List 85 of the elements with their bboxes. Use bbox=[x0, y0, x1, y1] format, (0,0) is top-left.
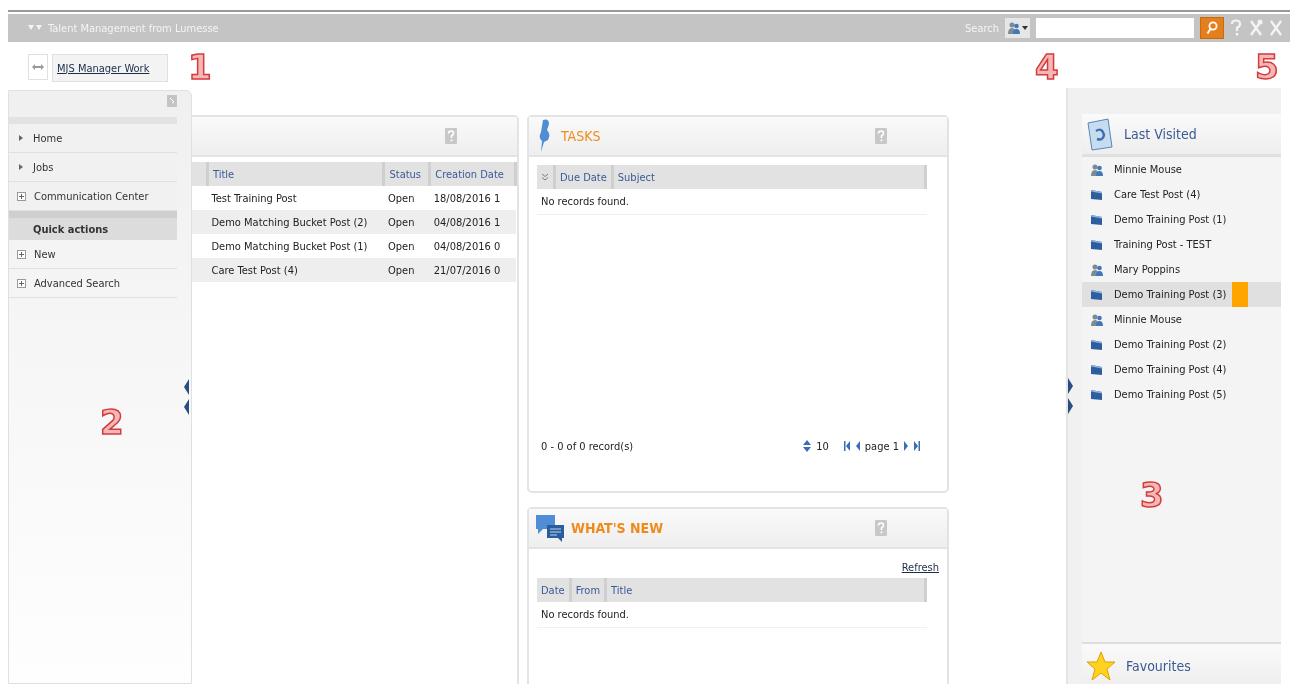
recent-item[interactable]: Demo Training Post (1) bbox=[1082, 207, 1281, 232]
search-field[interactable] bbox=[1036, 18, 1194, 38]
table-cell: 04/08/2016 1 bbox=[429, 210, 516, 234]
folder-icon bbox=[1090, 338, 1104, 351]
table-cell: Test Training Post bbox=[207, 186, 384, 210]
table-cell: 04/08/2016 0 bbox=[429, 234, 516, 258]
callout-number: 5 bbox=[1255, 50, 1279, 84]
collapse-arrow-icon[interactable] bbox=[184, 379, 189, 395]
callout-number: 4 bbox=[1035, 50, 1059, 84]
table-cell: Open bbox=[383, 234, 430, 258]
recent-item[interactable]: Demo Training Post (3) bbox=[1082, 282, 1281, 307]
expand-icon[interactable] bbox=[17, 191, 26, 201]
table-cell: Demo Matching Bucket Post (2) bbox=[207, 210, 384, 234]
table-cell: Open bbox=[383, 186, 430, 210]
folder-icon bbox=[1090, 188, 1104, 201]
empty-message: No records found. bbox=[537, 189, 927, 215]
page-size[interactable]: 10 bbox=[816, 439, 829, 453]
workspace-button[interactable]: MJS Manager Work bbox=[52, 54, 169, 82]
person-icon bbox=[1090, 312, 1104, 327]
nav-item[interactable]: Jobs bbox=[9, 153, 177, 182]
column-header[interactable]: From bbox=[570, 578, 606, 602]
folder-icon bbox=[1090, 363, 1104, 376]
folder-icon bbox=[1090, 388, 1104, 401]
column-header[interactable]: Title bbox=[605, 578, 926, 602]
recent-item[interactable]: Minnie Mouse bbox=[1082, 157, 1281, 182]
page-indicator: page 1 bbox=[864, 439, 899, 453]
person-icon bbox=[1090, 162, 1104, 177]
last-page-icon[interactable] bbox=[913, 440, 921, 452]
previous-page-icon[interactable] bbox=[854, 440, 861, 452]
recent-item[interactable]: Care Test Post (4) bbox=[1082, 182, 1281, 207]
section-title: Quick actions bbox=[9, 211, 177, 240]
caret-icon[interactable] bbox=[1022, 26, 1028, 30]
table-cell: 18/08/2016 1 bbox=[429, 186, 516, 210]
caret-icon bbox=[17, 134, 25, 142]
action-item[interactable]: Advanced Search bbox=[9, 269, 177, 298]
recent-item[interactable]: Minnie Mouse bbox=[1082, 307, 1281, 332]
callout-number: 3 bbox=[1140, 478, 1164, 512]
table-cell: Open bbox=[383, 258, 430, 282]
person-icon bbox=[1090, 262, 1104, 277]
person-icon bbox=[1007, 21, 1021, 35]
panel-title[interactable]: Favourites bbox=[1126, 658, 1191, 674]
empty-message: No records found. bbox=[537, 602, 927, 628]
search-icon[interactable] bbox=[1206, 21, 1218, 35]
next-page-icon[interactable] bbox=[903, 440, 909, 452]
recent-item[interactable]: Demo Training Post (2) bbox=[1082, 332, 1281, 357]
folder-icon bbox=[1090, 238, 1104, 251]
folder-icon bbox=[1090, 288, 1104, 301]
folder-icon bbox=[1090, 213, 1104, 226]
expand-arrow-icon[interactable] bbox=[1068, 398, 1073, 414]
column-header[interactable]: Date bbox=[537, 578, 571, 602]
expand-icon[interactable] bbox=[17, 249, 26, 259]
search-type-dropdown[interactable] bbox=[1005, 18, 1030, 38]
caret-icon bbox=[17, 163, 25, 171]
table-cell: Open bbox=[383, 210, 430, 234]
callout-number: 1 bbox=[188, 50, 212, 84]
column-header[interactable]: Status bbox=[383, 162, 430, 186]
column-header[interactable]: Subject bbox=[612, 165, 926, 189]
table-cell: Care Test Post (4) bbox=[207, 258, 384, 282]
table-cell: Demo Matching Bucket Post (1) bbox=[207, 234, 384, 258]
panel-title: TASKS bbox=[561, 128, 601, 144]
nav-item[interactable]: Home bbox=[9, 124, 177, 153]
record-count: 0 - 0 of 0 record(s) bbox=[541, 439, 634, 453]
column-header[interactable]: Due Date bbox=[554, 165, 613, 189]
column-header[interactable]: Title bbox=[207, 162, 384, 186]
expand-arrow-icon[interactable] bbox=[1068, 378, 1073, 394]
column-header[interactable]: Creation Date bbox=[429, 162, 516, 186]
search-button[interactable] bbox=[1200, 17, 1224, 39]
recent-item[interactable]: Training Post - TEST bbox=[1082, 232, 1281, 257]
expand-icon[interactable] bbox=[17, 278, 26, 288]
swap-button[interactable] bbox=[28, 54, 48, 80]
table-cell: 21/07/2016 0 bbox=[429, 258, 516, 282]
callout-number: 2 bbox=[100, 405, 124, 439]
recent-item[interactable]: Mary Poppins bbox=[1082, 257, 1281, 282]
recent-item[interactable]: Demo Training Post (5) bbox=[1082, 382, 1281, 407]
first-page-icon[interactable] bbox=[842, 440, 851, 452]
action-item[interactable]: New bbox=[9, 240, 177, 269]
refresh-link[interactable]: Refresh bbox=[901, 561, 939, 574]
star-icon bbox=[1086, 651, 1116, 681]
chat-bubbles-icon bbox=[535, 513, 565, 543]
panel-title: Last Visited bbox=[1124, 126, 1197, 142]
panel-title: WHAT'S NEW bbox=[571, 520, 664, 536]
page-size-stepper[interactable] bbox=[802, 439, 813, 453]
swap-arrows-icon[interactable] bbox=[32, 63, 44, 71]
collapse-arrow-icon[interactable] bbox=[184, 399, 189, 415]
recent-item[interactable]: Demo Training Post (4) bbox=[1082, 357, 1281, 382]
